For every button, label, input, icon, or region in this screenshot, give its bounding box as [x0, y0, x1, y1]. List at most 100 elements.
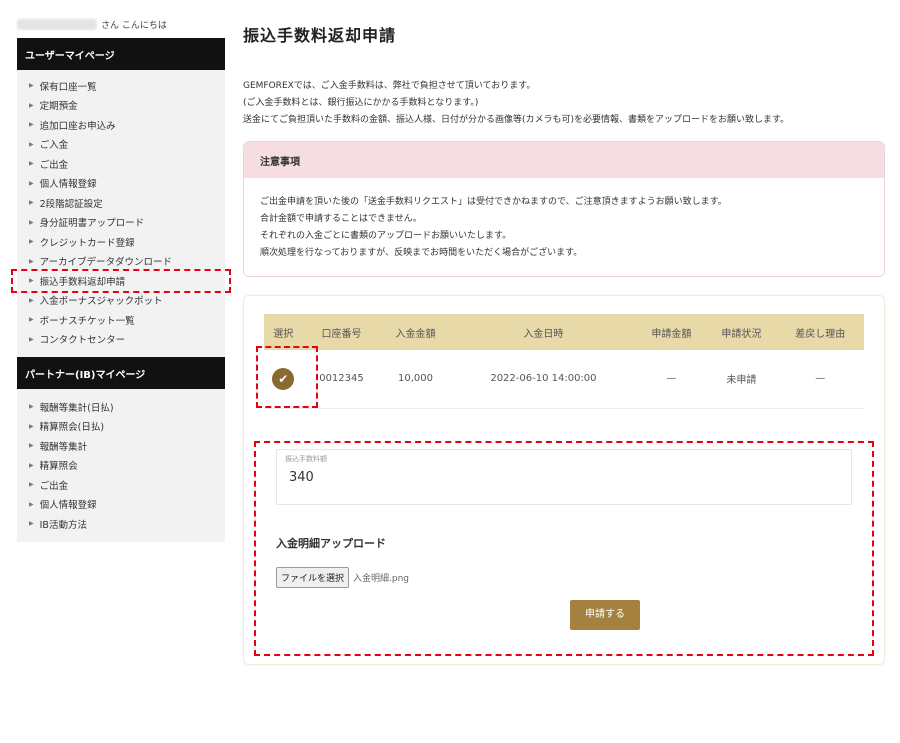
table-row: ✔ 0012345 10,000 2022-06-10 14:00:00 — 未… [256, 346, 864, 409]
greeting: さん こんにちは [17, 10, 225, 38]
notice-box: 注意事項 ご出金申請を頂いた後の「送金手数料リクエスト」は受付できかねますので、… [243, 141, 885, 277]
partner-menu: ▶ 報酬等集計(日払) ▶ 精算照会(日払) ▶ 報酬等集計 ▶ 精算照会 ▶ ご出金 ▶… [17, 389, 225, 542]
triangle-right-icon: ▶ [29, 500, 34, 508]
intro-line: 送金にてご負担頂いた手数料の金額、振込人様、日付が分かる画像等(カメラも可)を必… [243, 115, 790, 125]
return-reason: — [776, 350, 864, 409]
sidebar-item-label: 精算照会 [39, 461, 78, 473]
sidebar-item-id-upload[interactable]: ▶ 身分証明書アップロード [17, 213, 225, 233]
sidebar-item-label: ご出金 [39, 159, 69, 171]
sidebar-item-label: コンタクトセンター [39, 335, 126, 347]
triangle-right-icon: ▶ [29, 277, 34, 285]
triangle-right-icon: ▶ [29, 179, 34, 187]
sidebar-item-ib-guide[interactable]: ▶ IB活動方法 [17, 514, 225, 534]
col-select: 選択 [264, 314, 303, 350]
triangle-right-icon: ▶ [29, 481, 34, 489]
intro-text: GEMFOREXでは、ご入金手数料は、弊社で負担させて頂いております。 (ご入金… [243, 78, 885, 129]
sidebar-item-ib-withdrawal[interactable]: ▶ ご出金 [17, 475, 225, 495]
sidebar-item-label: ボーナスチケット一覧 [39, 315, 135, 327]
submit-wrap: 申請する [276, 599, 852, 642]
notice-body: ご出金申請を頂いた後の「送金手数料リクエスト」は受付できかねますので、ご注意頂き… [244, 178, 884, 276]
notice-title: 注意事項 [244, 142, 884, 178]
sidebar-item-label: 報酬等集計 [39, 441, 88, 453]
sidebar-item-label: 2段階認証設定 [39, 198, 103, 210]
sidebar-item-label: 個人情報登録 [39, 179, 97, 191]
sidebar-item-fixed-deposit[interactable]: ▶ 定期預金 [17, 96, 225, 116]
triangle-right-icon: ▶ [29, 257, 34, 265]
sidebar-item-settlement[interactable]: ▶ 精算照会 [17, 456, 225, 476]
triangle-right-icon: ▶ [29, 140, 34, 148]
sidebar-item-label: ご出金 [39, 480, 69, 492]
fee-amount-value: 340 [289, 469, 314, 485]
sidebar-item-withdrawal[interactable]: ▶ ご出金 [17, 154, 225, 174]
sidebar-item-fee-refund[interactable]: ▶ 振込手数料返却申請 [11, 269, 231, 293]
sidebar-item-label: 精算照会(日払) [39, 422, 105, 434]
deposit-datetime: 2022-06-10 14:00:00 [450, 350, 637, 409]
sidebar-item-label: クレジットカード登録 [39, 237, 135, 249]
triangle-right-icon: ▶ [29, 461, 34, 469]
table-header-row: 選択 口座番号 入金金額 入金日時 申請金額 申請状況 差戻し理由 [264, 314, 864, 350]
deposit-table: 選択 口座番号 入金金額 入金日時 申請金額 申請状況 差戻し理由 ✔ 0012… [256, 314, 864, 409]
sidebar-item-label: 個人情報登録 [39, 500, 97, 512]
choose-file-button[interactable]: ファイルを選択 [276, 566, 350, 588]
triangle-right-icon: ▶ [29, 335, 34, 343]
triangle-right-icon: ▶ [29, 403, 34, 411]
triangle-right-icon: ▶ [29, 422, 34, 430]
submit-button[interactable]: 申請する [570, 599, 640, 630]
sidebar-item-label: IB活動方法 [39, 519, 87, 531]
request-amount: — [636, 350, 707, 409]
triangle-right-icon: ▶ [29, 238, 34, 246]
user-menu: ▶ 保有口座一覧 ▶ 定期預金 ▶ 追加口座お申込み ▶ ご入金 ▶ ご出金 ▶ 個人情報登… [11, 70, 231, 357]
user-name-blurred [17, 18, 97, 30]
refund-request-card: 選択 口座番号 入金金額 入金日時 申請金額 申請状況 差戻し理由 ✔ 0012… [243, 295, 885, 665]
sidebar-item-add-account[interactable]: ▶ 追加口座お申込み [17, 115, 225, 135]
sidebar-item-label: 入金ボーナスジャックポット [39, 296, 163, 308]
sidebar-item-rewards[interactable]: ▶ 報酬等集計 [17, 436, 225, 456]
fee-amount-field[interactable]: 振込手数料額 340 [276, 448, 852, 505]
partner-mypage-header: パートナー(IB)マイページ [17, 357, 225, 389]
triangle-right-icon: ▶ [29, 199, 34, 207]
sidebar-item-archive-download[interactable]: ▶ アーカイブデータダウンロード [17, 252, 225, 272]
intro-line: GEMFOREXでは、ご入金手数料は、弊社で負担させて頂いております。 [243, 81, 536, 91]
sidebar-item-credit-card[interactable]: ▶ クレジットカード登録 [17, 232, 225, 252]
sidebar-item-daily-rewards[interactable]: ▶ 報酬等集計(日払) [17, 397, 225, 417]
triangle-right-icon: ▶ [29, 520, 34, 528]
notice-line: それぞれの入金ごとに書類のアップロードお願いいたします。 [260, 231, 512, 241]
sidebar-item-daily-settlement[interactable]: ▶ 精算照会(日払) [17, 417, 225, 437]
col-request-amount: 申請金額 [636, 314, 707, 350]
sidebar-item-bonus-tickets[interactable]: ▶ ボーナスチケット一覧 [17, 310, 225, 330]
sidebar-item-bonus-jackpot[interactable]: ▶ 入金ボーナスジャックポット [17, 291, 225, 311]
page-title: 振込手数料返却申請 [243, 26, 397, 45]
sidebar-item-label: 振込手数料返却申請 [39, 276, 126, 288]
sidebar-item-ib-personal-info[interactable]: ▶ 個人情報登録 [17, 495, 225, 515]
triangle-right-icon: ▶ [29, 82, 34, 90]
sidebar-item-accounts[interactable]: ▶ 保有口座一覧 [17, 76, 225, 96]
col-status: 申請状況 [706, 314, 777, 350]
col-account: 口座番号 [302, 314, 381, 350]
sidebar-item-label: 追加口座お申込み [39, 120, 116, 132]
sidebar-item-personal-info[interactable]: ▶ 個人情報登録 [17, 174, 225, 194]
sidebar-item-label: アーカイブデータダウンロード [39, 257, 173, 269]
col-reason: 差戻し理由 [776, 314, 864, 350]
sidebar-item-label: ご入金 [39, 140, 69, 152]
notice-line: 順次処理を行なっておりますが、反映までお時間をいただく場合がございます。 [260, 248, 583, 258]
sidebar-item-deposit[interactable]: ▶ ご入金 [17, 135, 225, 155]
sidebar-item-label: 保有口座一覧 [39, 81, 97, 93]
col-datetime: 入金日時 [450, 314, 637, 350]
sidebar-item-label: 定期預金 [39, 101, 78, 113]
main-content: 振込手数料返却申請 GEMFOREXでは、ご入金手数料は、弊社で負担させて頂いて… [243, 22, 885, 665]
check-circle-icon[interactable]: ✔ [272, 367, 295, 390]
sidebar-item-label: 身分証明書アップロード [39, 218, 145, 230]
notice-line: ご出金申請を頂いた後の「送金手数料リクエスト」は受付できかねますので、ご注意頂き… [260, 197, 727, 207]
col-amount: 入金金額 [380, 314, 451, 350]
sidebar-item-2fa[interactable]: ▶ 2段階認証設定 [17, 193, 225, 213]
intro-line: (ご入金手数料とは、銀行振込にかかる手数料となります。) [243, 98, 479, 108]
file-name: 入金明細.png [353, 573, 410, 584]
greeting-text: さん こんにちは [101, 20, 167, 31]
user-mypage-header: ユーザーマイページ [17, 38, 225, 70]
triangle-right-icon: ▶ [29, 121, 34, 129]
notice-line: 合計金額で申請することはできません。 [260, 214, 422, 224]
deposit-amount: 10,000 [380, 350, 451, 409]
request-status: 未申請 [706, 350, 777, 409]
triangle-right-icon: ▶ [29, 101, 34, 109]
sidebar-item-contact[interactable]: ▶ コンタクトセンター [17, 330, 225, 350]
